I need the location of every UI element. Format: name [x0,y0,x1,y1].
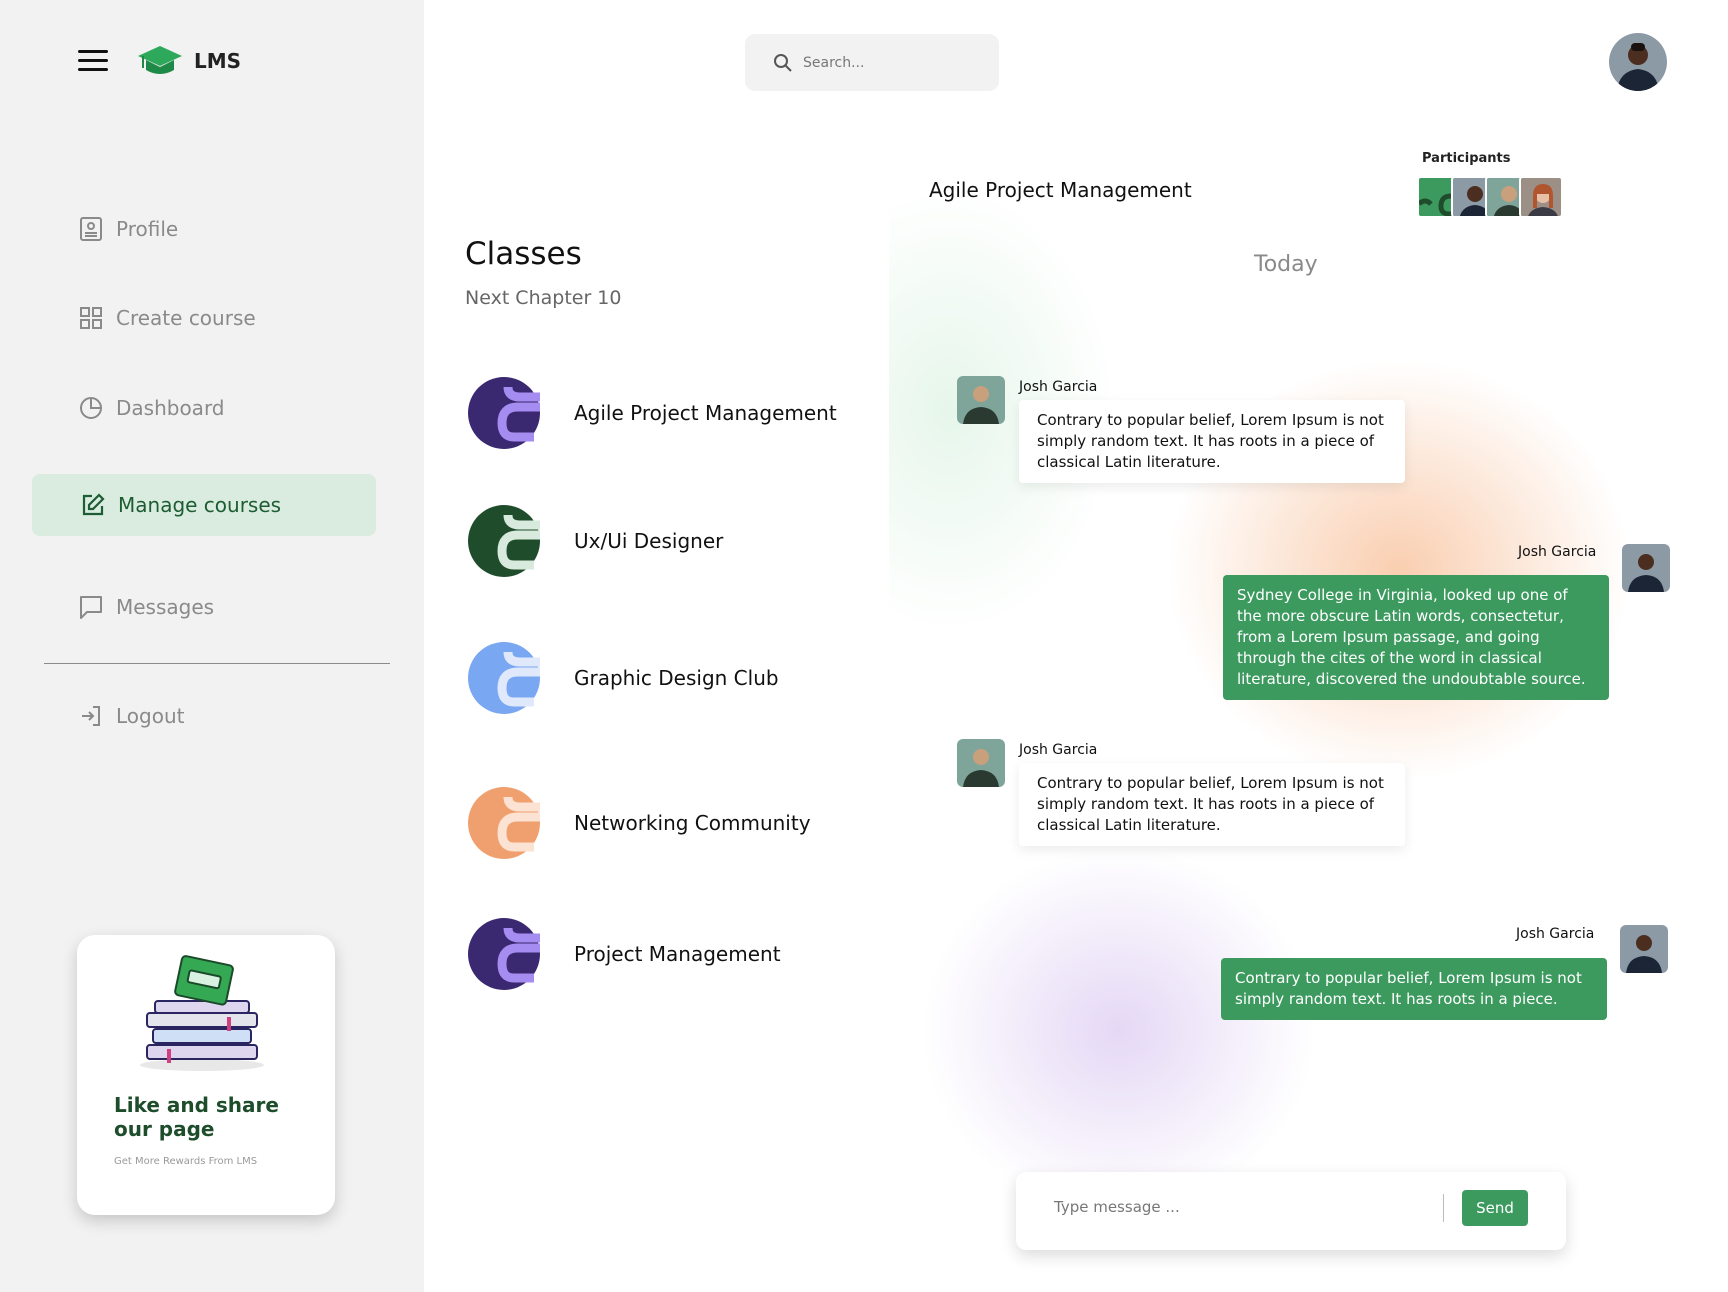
logo-text: LMS [194,49,242,73]
sidebar-item-create-course[interactable]: Create course [78,305,256,331]
graduation-cap-icon [138,46,182,74]
class-name: Agile Project Management [574,401,837,425]
search-bar[interactable] [745,34,999,91]
message-sender: Josh Garcia [1019,379,1098,395]
class-name: Networking Community [574,811,811,835]
logout-icon [82,706,100,726]
class-name: Graphic Design Club [574,666,779,690]
class-logo-icon [468,918,540,990]
person-avatar-icon [1622,544,1670,592]
sidebar-item-label: Logout [116,704,185,728]
sidebar-item-label: Manage courses [118,493,282,517]
message-bubble-incoming: Contrary to popular belief, Lorem Ipsum … [1019,400,1405,483]
person-avatar-icon [1609,33,1667,91]
sidebar-item-label: Dashboard [116,396,225,420]
class-item[interactable]: Agile Project Management [468,377,837,449]
message-composer: Send [1016,1172,1566,1250]
message-avatar[interactable] [957,376,1005,424]
person-avatar-icon [957,739,1005,787]
message-avatar[interactable] [957,739,1005,787]
participants-label: Participants [1422,151,1511,166]
sidebar-item-label: Profile [116,217,179,241]
edit-icon [82,493,105,516]
sidebar-item-messages[interactable]: Messages [78,594,214,620]
class-name: Project Management [574,942,781,966]
person-avatar-icon [1620,925,1668,973]
sidebar: LMS Profile Create course Dashboard Mana… [0,0,424,1292]
promo-card[interactable]: Like and share our page Get More Rewards… [77,935,335,1215]
sidebar-item-label: Create course [116,306,256,330]
composer-divider [1443,1194,1444,1222]
class-item[interactable]: Project Management [468,918,781,990]
menu-icon[interactable] [78,50,108,72]
promo-subtitle: Get More Rewards From LMS [114,1156,258,1167]
sidebar-item-label: Messages [116,595,215,619]
search-input[interactable] [803,54,983,71]
class-item[interactable]: Ux/Ui Designer [468,505,723,577]
message-input[interactable] [1054,1198,1434,1216]
class-logo-icon [468,377,540,449]
classes-title: Classes [465,236,582,272]
pie-chart-icon [80,397,102,419]
books-illustration [140,955,264,1071]
chat-title: Agile Project Management [929,178,1192,202]
sidebar-item-logout[interactable]: Logout [78,703,184,729]
message-bubble-outgoing: Contrary to popular belief, Lorem Ipsum … [1221,958,1607,1020]
message-sender: Josh Garcia [1518,544,1597,560]
class-logo-icon [468,642,540,714]
promo-title: Like and share our page [114,1093,279,1141]
logo[interactable]: LMS [136,44,241,78]
message-sender: Josh Garcia [1019,742,1098,758]
search-icon [774,53,792,72]
class-item[interactable]: Networking Community [468,787,811,859]
class-item[interactable]: Graphic Design Club [468,642,779,714]
class-logo-icon [468,505,540,577]
message-icon [80,596,102,619]
person-avatar-icon [1521,178,1561,216]
grid-icon [80,307,102,329]
message-avatar[interactable] [1620,925,1668,973]
message-bubble-outgoing: Sydney College in Virginia, looked up on… [1223,575,1609,700]
person-avatar-icon [957,376,1005,424]
sidebar-divider [44,663,390,664]
message-bubble-incoming: Contrary to popular belief, Lorem Ipsum … [1019,763,1405,846]
message-avatar[interactable] [1622,544,1670,592]
classes-subtitle: Next Chapter 10 [465,287,622,309]
day-separator: Today [1254,252,1318,277]
participant-avatar[interactable] [1519,176,1563,218]
class-logo-icon [468,787,540,859]
sidebar-item-manage-courses[interactable]: Manage courses [32,474,376,536]
participants-list[interactable] [1417,176,1563,218]
profile-icon [80,217,102,241]
class-name: Ux/Ui Designer [574,529,724,553]
message-sender: Josh Garcia [1516,926,1595,942]
sidebar-item-dashboard[interactable]: Dashboard [78,395,225,421]
user-avatar[interactable] [1609,33,1667,91]
chat-panel [889,110,1728,1292]
send-button[interactable]: Send [1462,1190,1528,1226]
sidebar-item-profile[interactable]: Profile [78,216,178,242]
